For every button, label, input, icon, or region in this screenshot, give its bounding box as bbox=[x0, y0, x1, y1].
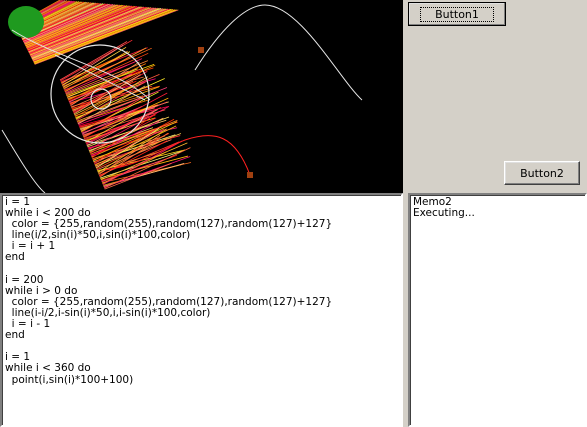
memo-line: i = i + 1 bbox=[5, 240, 56, 253]
button1-label: Button1 bbox=[420, 6, 494, 22]
memo-line: line(i-i/2,i-sin(i)*50,i,i-sin(i)*100,co… bbox=[5, 306, 211, 319]
memo-line bbox=[5, 341, 401, 352]
drawing-canvas bbox=[0, 0, 403, 193]
memo-line bbox=[5, 264, 401, 275]
memo-line: Executing... bbox=[413, 207, 475, 220]
memo-line: end bbox=[5, 251, 25, 264]
green-ellipse bbox=[8, 6, 44, 38]
square-marker bbox=[247, 172, 253, 178]
button2-label: Button2 bbox=[520, 166, 564, 180]
memo-line: line(i/2,sin(i)*50,i,sin(i)*100,color) bbox=[5, 229, 191, 242]
code-editor-memo[interactable]: i = 1 while i < 200 do color = {255,rando… bbox=[0, 193, 403, 427]
square-marker bbox=[198, 47, 204, 53]
memo-line: end bbox=[5, 329, 25, 342]
canvas-svg bbox=[0, 0, 403, 193]
memo-line: i = i - 1 bbox=[5, 318, 51, 331]
output-log-memo[interactable]: Memo2 Executing... bbox=[408, 193, 587, 427]
button2[interactable]: Button2 bbox=[504, 161, 580, 185]
memo-line: while i < 360 do bbox=[5, 362, 91, 375]
button1[interactable]: Button1 bbox=[408, 2, 506, 26]
memo-line: point(i,sin(i)*100+100) bbox=[5, 373, 134, 386]
